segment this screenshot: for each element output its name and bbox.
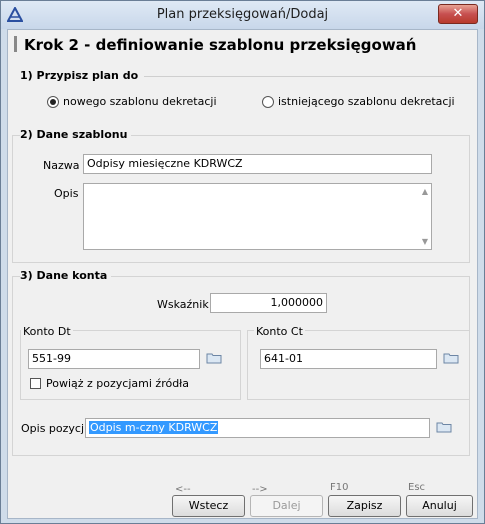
next-hint: --> — [252, 484, 268, 495]
position-description-label: Opis pozycji — [21, 422, 88, 435]
credit-account-field[interactable]: 641-01 — [260, 349, 437, 369]
save-button[interactable]: Zapisz — [328, 495, 401, 517]
section-divider — [144, 76, 470, 77]
credit-browse-folder-icon[interactable] — [443, 352, 459, 364]
save-hint: F10 — [330, 482, 349, 493]
radio-new-template[interactable] — [47, 96, 59, 108]
close-button[interactable]: ✕ — [438, 4, 478, 24]
radio-existing-template[interactable] — [262, 96, 274, 108]
next-button[interactable]: Dalej — [250, 495, 323, 517]
dialog-window: Plan przeksięgowań/Dodaj ✕ Krok 2 - defi… — [0, 0, 485, 524]
scroll-down-icon[interactable]: ▼ — [422, 237, 428, 246]
debit-account-title: Konto Dt — [21, 325, 73, 338]
cancel-hint: Esc — [408, 482, 426, 493]
ratio-label: Wskaźnik — [157, 298, 209, 311]
position-description-value: Odpis m-czny KDRWCZ — [89, 421, 219, 434]
debit-account-field[interactable]: 551-99 — [28, 349, 200, 369]
name-field[interactable]: Odpisy miesięczne KDRWCZ — [83, 154, 432, 174]
cancel-button[interactable]: Anuluj — [406, 495, 473, 517]
link-source-checkbox[interactable] — [30, 378, 41, 389]
page-title: Krok 2 - definiowanie szablonu przeksięg… — [24, 36, 417, 54]
radio-existing-template-label[interactable]: istniejącego szablonu dekretacji — [278, 95, 455, 108]
dialog-content: Krok 2 - definiowanie szablonu przeksięg… — [7, 29, 478, 519]
heading-marker — [14, 36, 17, 52]
position-browse-folder-icon[interactable] — [436, 421, 452, 433]
window-title: Plan przeksięgowań/Dodaj — [156, 7, 329, 22]
section-account-title: 3) Dane konta — [20, 269, 112, 282]
title-bar[interactable]: Plan przeksięgowań/Dodaj ✕ — [1, 1, 484, 29]
debit-browse-folder-icon[interactable] — [206, 352, 222, 364]
description-label: Opis — [54, 187, 79, 200]
description-field[interactable]: ▲ ▼ — [83, 183, 432, 250]
credit-account-title: Konto Ct — [254, 325, 305, 338]
ratio-field[interactable]: 1,000000 — [210, 293, 327, 313]
name-label: Nazwa — [43, 159, 80, 172]
section-assign-title: 1) Przypisz plan do — [20, 69, 139, 82]
back-hint: <-- — [175, 484, 191, 495]
back-button[interactable]: Wstecz — [172, 495, 245, 517]
link-source-label[interactable]: Powiąż z pozycjami źródła — [46, 377, 189, 390]
position-description-field[interactable]: Odpis m-czny KDRWCZ — [85, 418, 430, 438]
section-template-title-bg: 2) Dane szablonu — [20, 128, 132, 141]
scroll-up-icon[interactable]: ▲ — [422, 187, 428, 196]
radio-new-template-label[interactable]: nowego szablonu dekretacji — [63, 95, 217, 108]
